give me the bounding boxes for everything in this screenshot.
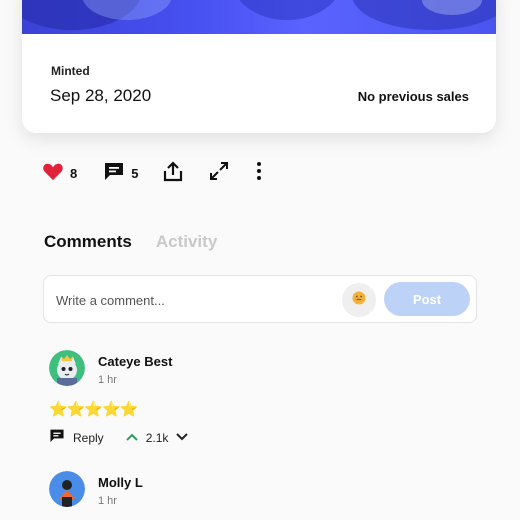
comment-count: 5 [131, 165, 139, 181]
tab-comments[interactable]: Comments [44, 232, 132, 252]
comment-time: 1 hr [98, 495, 117, 507]
heart-icon [42, 161, 64, 186]
comment-author[interactable]: Molly L [98, 475, 143, 490]
avatar[interactable] [49, 471, 85, 507]
comment-input[interactable] [56, 289, 336, 311]
tab-activity[interactable]: Activity [156, 232, 217, 252]
comment-actions: Reply 2.1k [49, 428, 189, 448]
vote-control: 2.1k [125, 429, 189, 447]
vote-count: 2.1k [145, 431, 169, 445]
post-button[interactable]: Post [384, 282, 470, 316]
more-options-button[interactable] [256, 161, 262, 186]
expand-icon [208, 160, 230, 187]
share-button[interactable] [162, 160, 184, 187]
nft-detail-card: Minted Sep 28, 2020 No previous sales [22, 0, 496, 133]
reply-icon [49, 428, 65, 448]
like-button[interactable]: 8 [42, 161, 77, 186]
expand-button[interactable] [208, 160, 230, 187]
more-icon [256, 161, 262, 186]
smiley-icon [352, 291, 366, 310]
action-bar: 8 5 [42, 160, 262, 186]
minted-date: Sep 28, 2020 [50, 86, 152, 105]
like-count: 8 [70, 165, 78, 181]
upvote-icon[interactable] [125, 429, 138, 447]
comment-body: ⭐⭐⭐⭐⭐ [49, 401, 138, 418]
avatar[interactable] [49, 350, 85, 386]
comment-composer: Post [43, 275, 477, 323]
reply-button[interactable]: Reply [49, 428, 104, 448]
comment-icon [103, 161, 125, 186]
downvote-icon[interactable] [176, 429, 189, 447]
tab-bar: Comments Activity [44, 232, 217, 252]
emoji-button[interactable] [342, 283, 376, 317]
nft-artwork-image[interactable] [22, 0, 496, 34]
reply-label: Reply [73, 431, 104, 445]
sales-status: No previous sales [357, 89, 469, 104]
comment-author[interactable]: Cateye Best [98, 354, 172, 369]
minted-label: Minted [51, 64, 90, 78]
share-icon [162, 160, 184, 187]
comments-button[interactable]: 5 [103, 161, 138, 186]
comment-time: 1 hr [98, 374, 117, 386]
